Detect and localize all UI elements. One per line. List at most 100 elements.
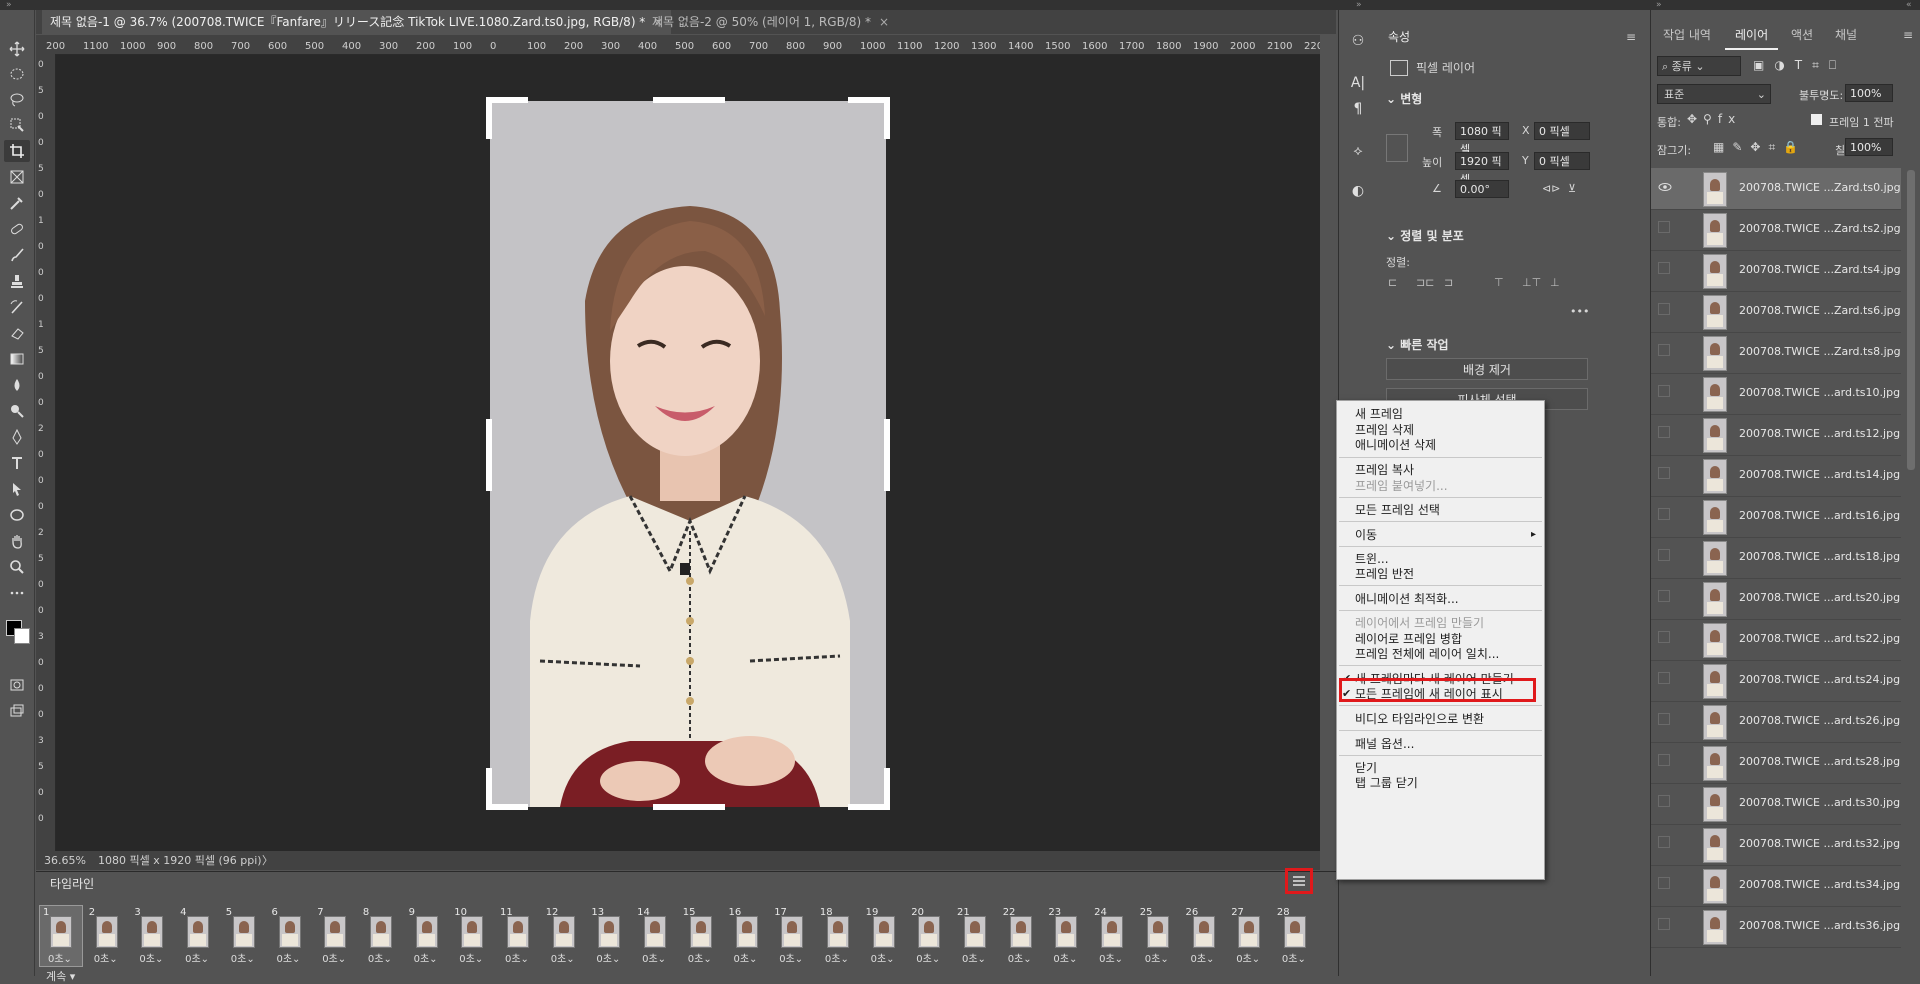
timeline-frame[interactable]: 27 0초⌄ bbox=[1228, 906, 1270, 966]
ellipse-tool-icon[interactable] bbox=[4, 504, 30, 526]
layer-row[interactable]: 200708.TWICE ...Zard.ts4.jpg bbox=[1651, 250, 1901, 292]
object-select-tool-icon[interactable] bbox=[4, 114, 30, 136]
layer-scrollbar[interactable] bbox=[1907, 170, 1915, 470]
unify-icons[interactable]: ✥⚲fx bbox=[1687, 112, 1741, 126]
frame-duration[interactable]: 0초⌄ bbox=[231, 950, 255, 965]
opacity-field[interactable]: 100% bbox=[1845, 84, 1893, 102]
align-bottom-icon[interactable]: ⊥ bbox=[1550, 276, 1560, 289]
transform-handle[interactable] bbox=[884, 97, 890, 139]
hand-tool-icon[interactable] bbox=[4, 530, 30, 552]
visibility-toggle[interactable] bbox=[1658, 754, 1670, 766]
frame-duration[interactable]: 0초⌄ bbox=[48, 950, 72, 965]
tab-channels[interactable]: 채널 bbox=[1825, 22, 1867, 48]
visibility-toggle[interactable] bbox=[1658, 262, 1670, 274]
frame-duration[interactable]: 0초⌄ bbox=[1145, 950, 1169, 965]
layer-row[interactable]: 200708.TWICE ...ard.ts26.jpg bbox=[1651, 701, 1901, 743]
path-select-tool-icon[interactable] bbox=[4, 478, 30, 500]
more-tools-icon[interactable] bbox=[4, 582, 30, 604]
canvas-photo[interactable] bbox=[490, 101, 886, 807]
healing-brush-tool-icon[interactable] bbox=[4, 218, 30, 240]
frame-duration[interactable]: 0초⌄ bbox=[1008, 950, 1032, 965]
character-icon[interactable]: A| bbox=[1346, 72, 1370, 94]
layer-row[interactable]: 200708.TWICE ...ard.ts10.jpg bbox=[1651, 373, 1901, 415]
frame-duration[interactable]: 0초⌄ bbox=[1053, 950, 1077, 965]
frame-duration[interactable]: 0초⌄ bbox=[1191, 950, 1215, 965]
frame-duration[interactable]: 0초⌄ bbox=[322, 950, 346, 965]
layer-row[interactable]: 200708.TWICE ...Zard.ts2.jpg bbox=[1651, 209, 1901, 251]
timeline-frame[interactable]: 5 0초⌄ bbox=[223, 906, 265, 966]
visibility-toggle[interactable] bbox=[1658, 426, 1670, 438]
timeline-frame[interactable]: 1 0초⌄ bbox=[39, 905, 83, 967]
menu-panel-options[interactable]: 패널 옵션... bbox=[1355, 735, 1414, 753]
frame-duration[interactable]: 0초⌄ bbox=[734, 950, 758, 965]
timeline-panel-menu-button[interactable] bbox=[1285, 868, 1313, 894]
y-field[interactable]: 0 픽셀 bbox=[1534, 152, 1590, 170]
align-center-icon[interactable]: ⊐⊏ bbox=[1416, 276, 1434, 289]
marquee-tool-icon[interactable] bbox=[4, 63, 30, 85]
panel-menu-icon[interactable]: ≡ bbox=[1903, 28, 1913, 42]
close-icon[interactable]: × bbox=[879, 15, 889, 29]
timeline-frame[interactable]: 3 0초⌄ bbox=[131, 906, 173, 966]
layer-row[interactable]: 200708.TWICE ...Zard.ts6.jpg bbox=[1651, 291, 1901, 333]
chevron-down-icon[interactable]: ⌄ bbox=[1386, 338, 1400, 352]
frame-duration[interactable]: 0초⌄ bbox=[916, 950, 940, 965]
frame-duration[interactable]: 0초⌄ bbox=[368, 950, 392, 965]
frame-duration[interactable]: 0초⌄ bbox=[1236, 950, 1260, 965]
transform-handle[interactable] bbox=[486, 97, 528, 103]
timeline-frame[interactable]: 16 0초⌄ bbox=[726, 906, 768, 966]
blend-mode-select[interactable]: 표준 ⌄ bbox=[1657, 84, 1771, 104]
layer-row[interactable]: 200708.TWICE ...ard.ts36.jpg bbox=[1651, 906, 1901, 948]
tab-properties[interactable]: 속성 bbox=[1378, 24, 1420, 50]
height-field[interactable]: 1920 픽셀 bbox=[1455, 152, 1509, 186]
tab-layers[interactable]: 레이어 bbox=[1725, 22, 1779, 50]
collapse-chevron-icon[interactable]: » bbox=[1656, 0, 1662, 10]
timeline-frame[interactable]: 21 0초⌄ bbox=[954, 906, 996, 966]
align-left-icon[interactable]: ⊏ bbox=[1388, 276, 1397, 289]
paths-icon[interactable]: ⟡ bbox=[1346, 140, 1370, 162]
frame-duration[interactable]: 0초⌄ bbox=[962, 950, 986, 965]
visibility-toggle[interactable] bbox=[1658, 795, 1670, 807]
frame-duration[interactable]: 0초⌄ bbox=[459, 950, 483, 965]
menu-optimize-animation[interactable]: 애니메이션 최적화... bbox=[1355, 590, 1459, 608]
pen-tool-icon[interactable] bbox=[4, 426, 30, 448]
visibility-toggle[interactable] bbox=[1658, 385, 1670, 397]
menu-convert-to-video-timeline[interactable]: 비디오 타임라인으로 변환 bbox=[1355, 710, 1484, 728]
layer-filter-icons[interactable]: ▣◑T⌗⎕ bbox=[1753, 58, 1846, 73]
transform-handle[interactable] bbox=[486, 804, 528, 810]
menu-reverse-frames[interactable]: 프레임 반전 bbox=[1355, 565, 1414, 583]
frame-duration[interactable]: 0초⌄ bbox=[1282, 950, 1306, 965]
visibility-toggle[interactable] bbox=[1658, 918, 1670, 930]
frame-duration[interactable]: 0초⌄ bbox=[551, 950, 575, 965]
timeline-frame[interactable]: 25 0초⌄ bbox=[1137, 906, 1179, 966]
history-brush-tool-icon[interactable] bbox=[4, 296, 30, 318]
timeline-frame[interactable]: 14 0초⌄ bbox=[634, 906, 676, 966]
timeline-frame[interactable]: 20 0초⌄ bbox=[908, 906, 950, 966]
frame-duration[interactable]: 0초⌄ bbox=[688, 950, 712, 965]
layer-filter-select[interactable]: ⌕ 종류 ⌄ bbox=[1657, 56, 1741, 76]
visibility-toggle[interactable] bbox=[1658, 467, 1670, 479]
zoom-level[interactable]: 36.65% bbox=[44, 851, 86, 870]
layer-row[interactable]: 200708.TWICE ...ard.ts28.jpg bbox=[1651, 742, 1901, 784]
layer-row[interactable]: 200708.TWICE ...Zard.ts8.jpg bbox=[1651, 332, 1901, 374]
layer-row[interactable]: 200708.TWICE ...ard.ts32.jpg bbox=[1651, 824, 1901, 866]
timeline-frame[interactable]: 10 0초⌄ bbox=[451, 906, 493, 966]
tab-actions[interactable]: 액션 bbox=[1781, 22, 1823, 48]
layer-row[interactable]: 200708.TWICE ...ard.ts18.jpg bbox=[1651, 537, 1901, 579]
brush-tool-icon[interactable] bbox=[4, 244, 30, 266]
timeline-frame[interactable]: 7 0초⌄ bbox=[314, 906, 356, 966]
collapse-chevron-icon[interactable]: » bbox=[6, 0, 12, 10]
flip-vertical-icon[interactable]: ⊻ bbox=[1568, 182, 1576, 195]
visibility-toggle[interactable] bbox=[1658, 713, 1670, 725]
move-tool-icon[interactable] bbox=[4, 38, 30, 60]
layer-row[interactable]: 200708.TWICE ...ard.ts14.jpg bbox=[1651, 455, 1901, 497]
flip-horizontal-icon[interactable]: ⊲⊳ bbox=[1542, 182, 1560, 195]
libraries-icon[interactable]: ⚇ bbox=[1346, 30, 1370, 52]
blur-tool-icon[interactable] bbox=[4, 374, 30, 396]
frame-duration[interactable]: 0초⌄ bbox=[596, 950, 620, 965]
quick-mask-icon[interactable] bbox=[4, 674, 30, 696]
tab-history[interactable]: 작업 내역 bbox=[1653, 22, 1721, 48]
transform-handle[interactable] bbox=[653, 97, 725, 103]
eyedropper-tool-icon[interactable] bbox=[4, 192, 30, 214]
angle-field[interactable]: 0.00° bbox=[1455, 180, 1509, 198]
gradient-tool-icon[interactable] bbox=[4, 348, 30, 370]
